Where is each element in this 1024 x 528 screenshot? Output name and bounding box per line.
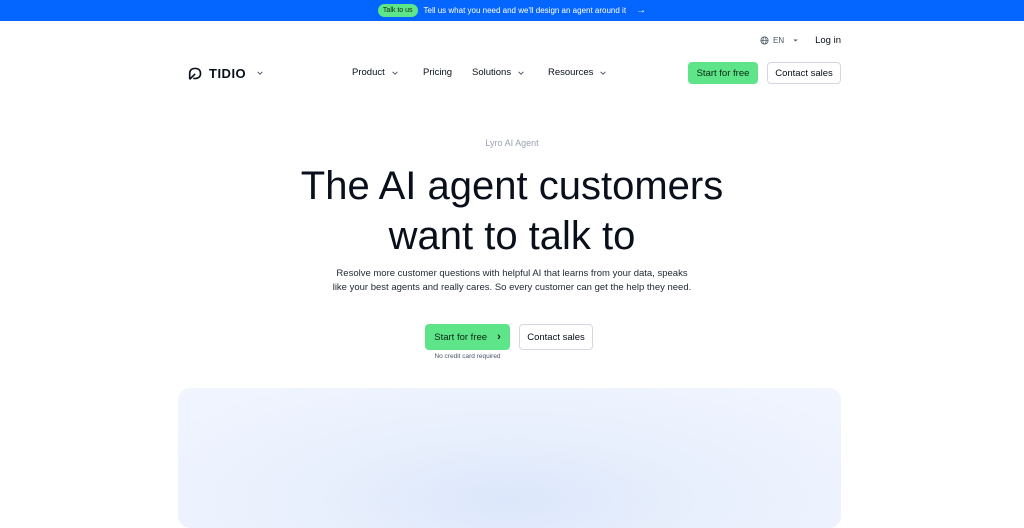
talk-to-us-badge[interactable]: Talk to us bbox=[377, 4, 418, 17]
nav-item-label: Pricing bbox=[423, 67, 453, 78]
main-nav: TIDIO Product Pricing Solutions Resource… bbox=[0, 62, 1024, 84]
hero-title: The AI agent customers want to talk to bbox=[0, 161, 1024, 261]
chevron-down-icon bbox=[600, 70, 607, 75]
nav-item-product[interactable]: Product bbox=[352, 67, 423, 78]
nav-contact-sales-button[interactable]: Contact sales bbox=[767, 62, 841, 84]
caret-down-icon bbox=[793, 39, 798, 42]
language-selector[interactable]: EN bbox=[760, 36, 799, 45]
hero-subtitle: Resolve more customer questions with hel… bbox=[0, 267, 1024, 295]
arrow-right-icon: → bbox=[636, 4, 647, 16]
hero-start-free-button[interactable]: Start for free › bbox=[425, 324, 510, 350]
hero-subtitle-line-2: like your best agents and really cares. … bbox=[332, 282, 692, 293]
announcement-message[interactable]: Tell us what you need and we'll design a… bbox=[424, 6, 627, 15]
nav-menu: Product Pricing Solutions Resources bbox=[352, 67, 618, 78]
globe-icon bbox=[760, 36, 769, 45]
login-link[interactable]: Log in bbox=[815, 35, 841, 46]
nav-item-label: Solutions bbox=[472, 67, 512, 78]
tidio-logo-icon bbox=[188, 67, 202, 80]
announcement-bar[interactable]: Talk to us Tell us what you need and we'… bbox=[0, 0, 1024, 21]
nav-item-label: Resources bbox=[548, 67, 594, 78]
nav-item-resources[interactable]: Resources bbox=[548, 67, 618, 78]
nav-start-free-button[interactable]: Start for free bbox=[688, 62, 758, 84]
brand-logo[interactable]: TIDIO bbox=[187, 64, 264, 82]
nav-item-pricing[interactable]: Pricing bbox=[423, 67, 472, 78]
hero-contact-sales-button[interactable]: Contact sales bbox=[519, 324, 593, 350]
language-label: EN bbox=[772, 36, 785, 45]
brand-name: TIDIO bbox=[209, 65, 247, 81]
utility-bar: EN Log in bbox=[760, 35, 841, 46]
hero-title-line-1: The AI agent customers bbox=[300, 164, 724, 208]
chevron-down-icon bbox=[257, 71, 263, 75]
product-preview-panel bbox=[178, 388, 841, 528]
chevron-down-icon bbox=[518, 70, 524, 75]
nav-item-solutions[interactable]: Solutions bbox=[472, 67, 548, 78]
hero-subtitle-line-1: Resolve more customer questions with hel… bbox=[336, 268, 688, 279]
nav-item-label: Product bbox=[352, 67, 385, 78]
no-credit-card-note: No credit card required bbox=[434, 353, 501, 360]
chevron-right-icon: › bbox=[497, 331, 501, 343]
hero-start-free-label: Start for free bbox=[434, 331, 488, 343]
hero-title-line-2: want to talk to bbox=[388, 214, 636, 258]
chevron-down-icon bbox=[392, 70, 398, 75]
hero-eyebrow: Lyro AI Agent bbox=[485, 138, 539, 148]
